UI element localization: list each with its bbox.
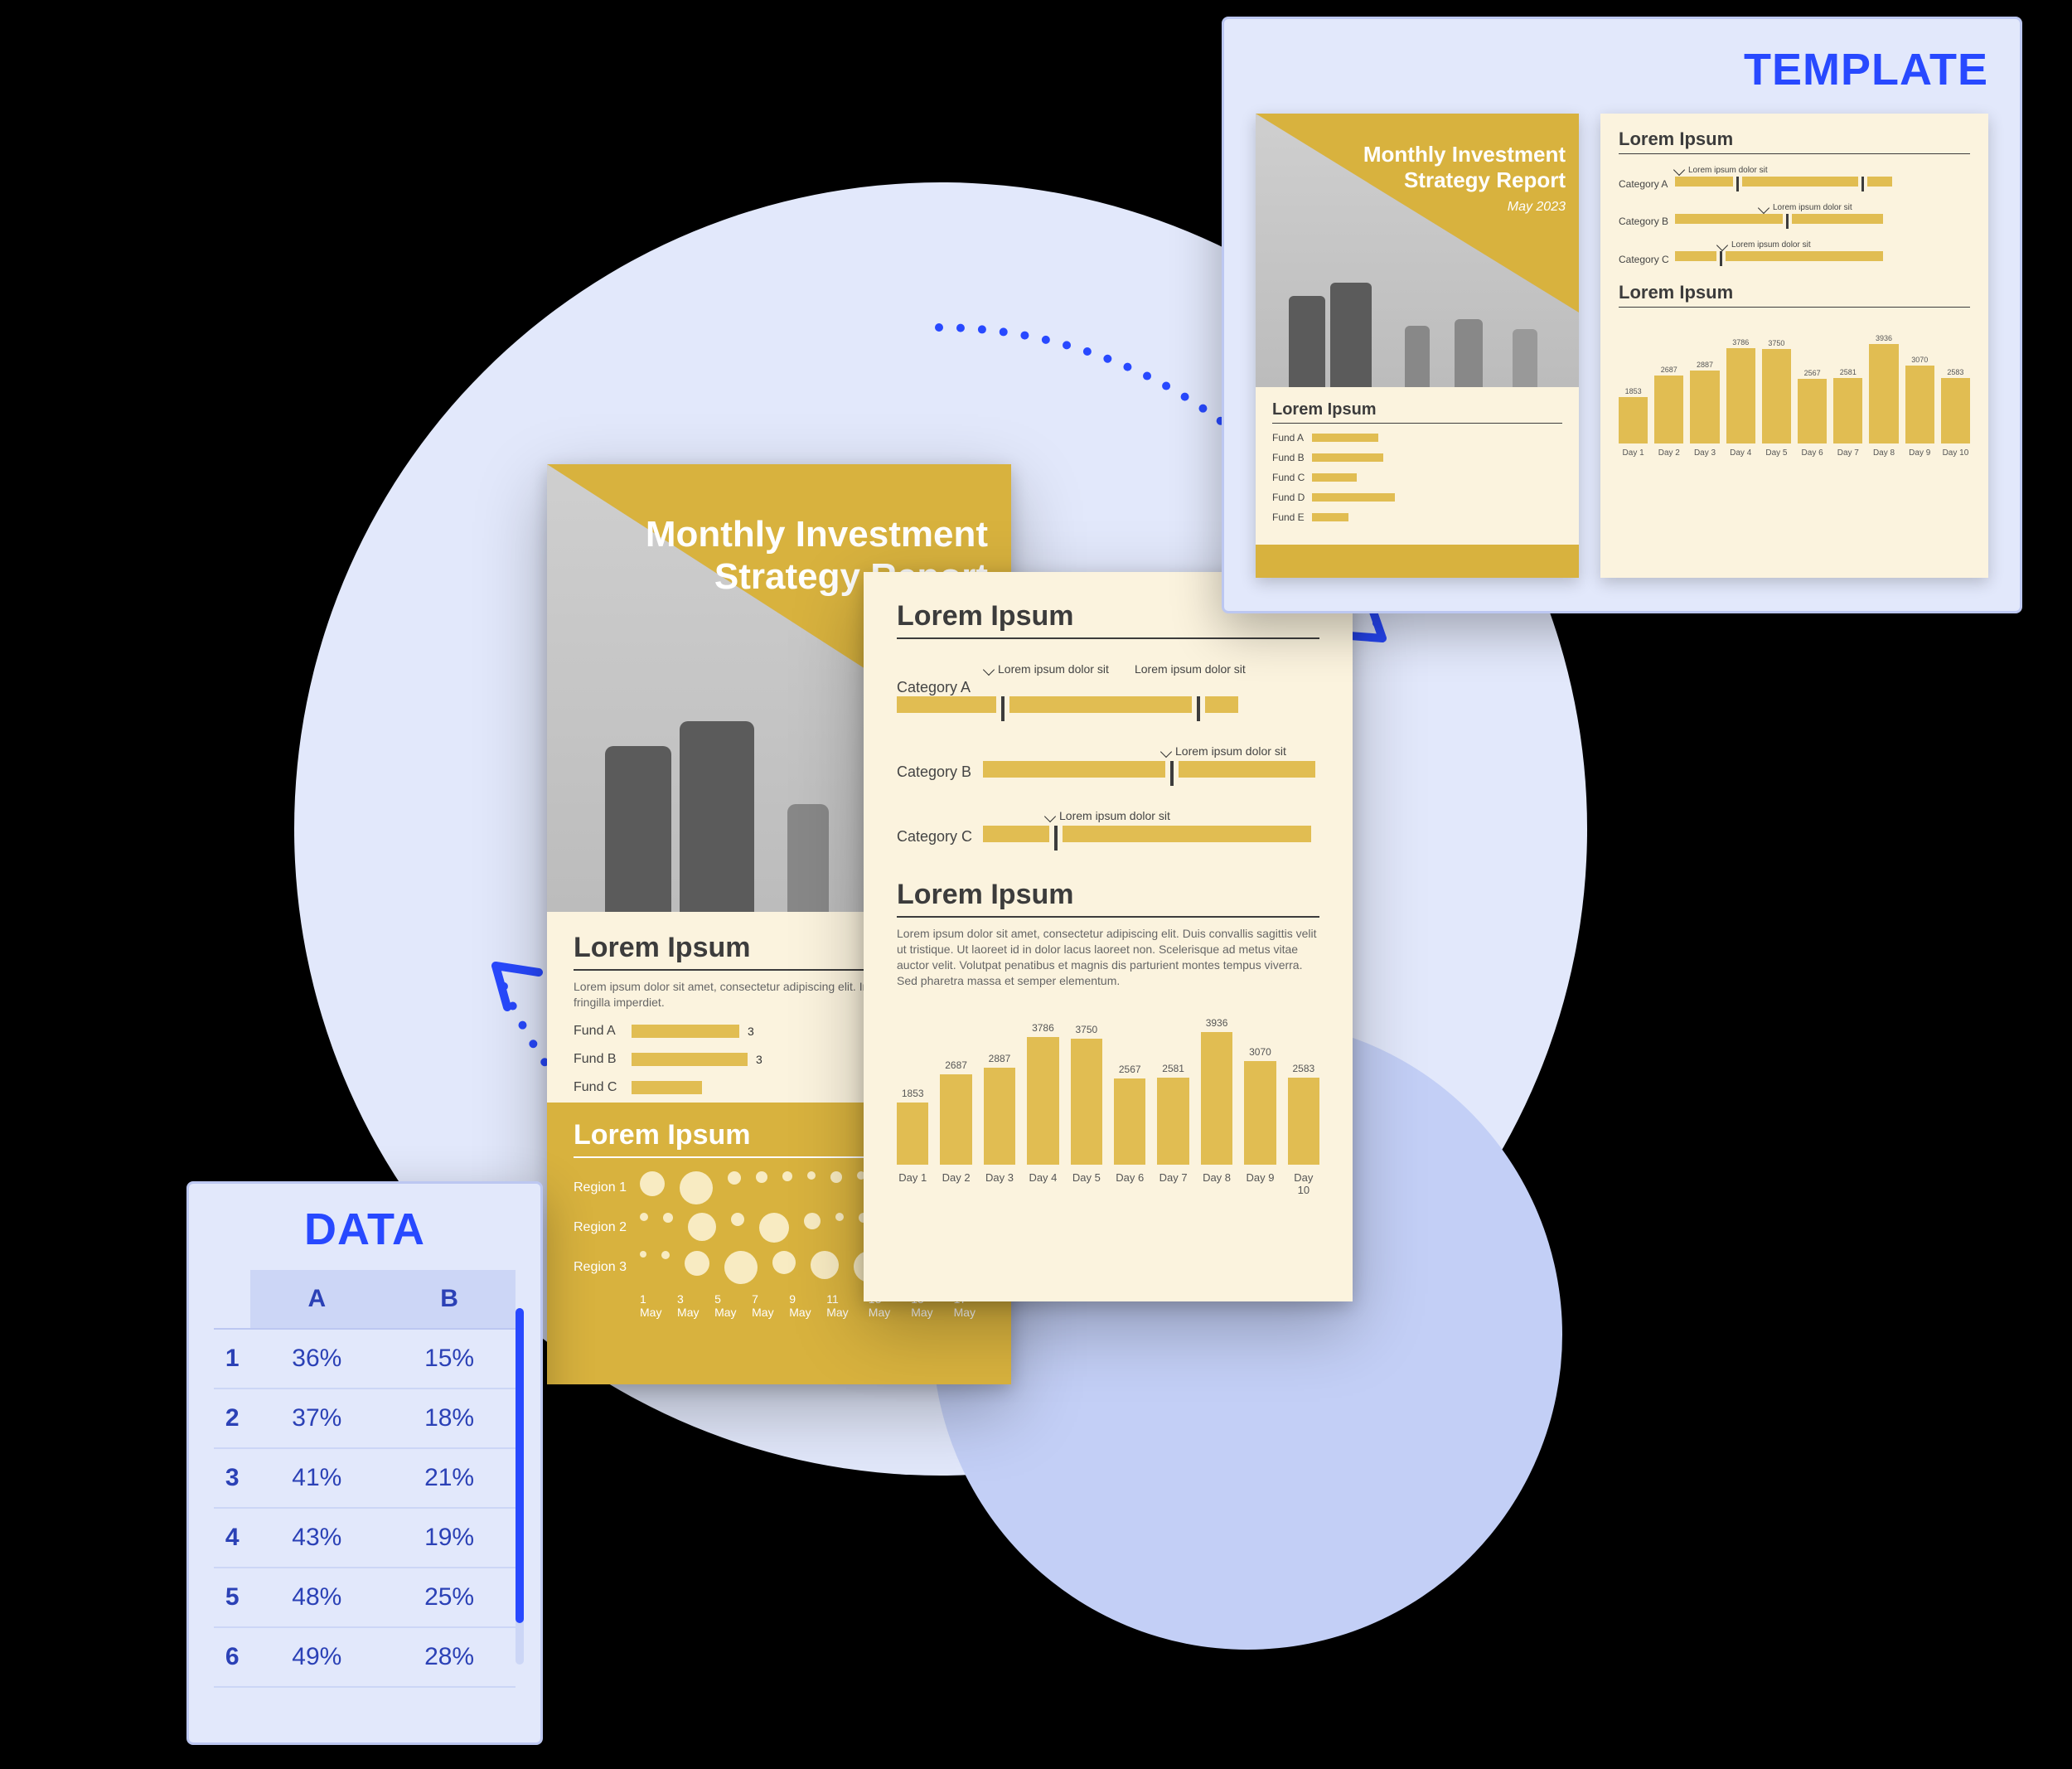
bar-column: 3786	[1726, 338, 1755, 443]
table-row: 136%15%	[214, 1329, 516, 1389]
bar-column: 2583	[1941, 368, 1970, 443]
bar-chart: 1853 2687 2887 3786 3750 2567 2581 3936 3070 2583	[897, 1007, 1319, 1165]
data-table: AB 136%15%237%18%341%21%443%19%548%25%64…	[214, 1270, 516, 1688]
range-row: Lorem ipsum dolor sit Lorem ipsum dolor …	[897, 662, 1319, 721]
data-label: DATA	[214, 1204, 516, 1255]
template-label: TEMPLATE	[1256, 44, 1988, 95]
table-row: 548%25%	[214, 1568, 516, 1627]
table-row: 237%18%	[214, 1389, 516, 1448]
bar-column: 3750	[1071, 1024, 1102, 1165]
bar-column: 3750	[1762, 339, 1791, 443]
bar-column: 2583	[1288, 1063, 1319, 1165]
data-scrollbar[interactable]	[516, 1308, 524, 1665]
template-page-left: Monthly InvestmentStrategy Report May 20…	[1256, 114, 1579, 578]
body-text: Lorem ipsum dolor sit amet, consectetur …	[897, 926, 1319, 989]
bar-column: 1853	[897, 1088, 928, 1165]
bar-column: 3936	[1869, 334, 1898, 443]
range-row: Lorem ipsum dolor sit Category B	[897, 744, 1319, 786]
bar-column: 2887	[1690, 361, 1719, 443]
bar-column: 2687	[940, 1059, 971, 1165]
data-card: DATA AB 136%15%237%18%341%21%443%19%548%…	[186, 1181, 543, 1745]
table-row: 443%19%	[214, 1508, 516, 1568]
bar-column: 2581	[1157, 1063, 1188, 1165]
bar-column: 2567	[1798, 369, 1827, 443]
data-table-header	[214, 1270, 250, 1329]
data-table-header: A	[250, 1270, 383, 1329]
bar-column: 3786	[1027, 1022, 1058, 1165]
report-page-front: Lorem Ipsum Lorem ipsum dolor sit Lorem …	[864, 572, 1353, 1301]
bar-column: 3070	[1905, 356, 1934, 443]
bar-column: 2581	[1833, 368, 1862, 443]
bar-column: 3936	[1201, 1017, 1232, 1165]
bar-chart-x-axis: Day 1Day 2Day 3Day 4Day 5Day 6Day 7Day 8…	[897, 1171, 1319, 1196]
template-page-right: Lorem Ipsum Lorem ipsum dolor sit Catego…	[1600, 114, 1988, 578]
bar-column: 1853	[1619, 387, 1648, 443]
range-row: Lorem ipsum dolor sit Category C	[897, 809, 1319, 851]
table-row: 649%28%	[214, 1627, 516, 1687]
bar-column: 2887	[984, 1053, 1015, 1165]
arrow-to-data-icon	[496, 966, 539, 1007]
table-row: 341%21%	[214, 1448, 516, 1508]
data-scrollbar-thumb[interactable]	[516, 1308, 524, 1623]
data-table-header: B	[383, 1270, 516, 1329]
section-heading: Lorem Ipsum	[897, 879, 1319, 918]
bar-column: 3070	[1244, 1046, 1276, 1165]
bar-column: 2567	[1114, 1064, 1145, 1165]
template-card: TEMPLATE Monthly InvestmentStrategy Repo…	[1222, 17, 2022, 613]
bar-column: 2687	[1654, 366, 1683, 443]
